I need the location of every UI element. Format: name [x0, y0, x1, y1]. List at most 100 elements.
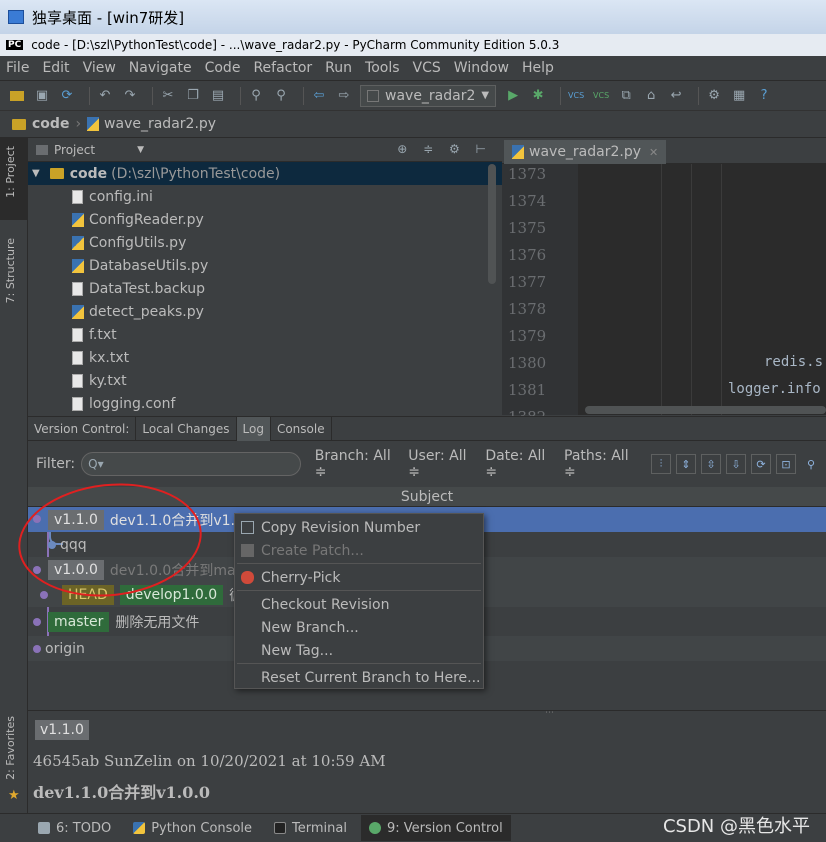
sync-icon[interactable]: ⟳ [58, 87, 76, 105]
menu-edit[interactable]: Edit [42, 60, 69, 76]
replace-icon[interactable]: ⚲ [272, 87, 290, 105]
vcs-compare-icon[interactable]: ⧉ [617, 87, 635, 105]
tree-file[interactable]: ConfigUtils.py [28, 231, 502, 254]
menu-window[interactable]: Window [454, 60, 509, 76]
tree-file[interactable]: logging.conf [28, 392, 502, 415]
tree-file[interactable]: ConfigReader.py [28, 208, 502, 231]
project-structure-icon[interactable]: ▦ [730, 87, 748, 105]
menu-view[interactable]: View [83, 60, 116, 76]
tool-python-console[interactable]: Python Console [125, 815, 260, 841]
save-icon[interactable]: ▣ [33, 87, 51, 105]
menu-item-label: Cherry-Pick [261, 569, 341, 586]
line-number: 1376 [508, 246, 547, 264]
project-panel-actions[interactable]: ⊕ ≑ ⚙ ⊢ [397, 142, 492, 156]
paths-filter-dropdown[interactable]: Paths: All ≑ [564, 448, 639, 480]
menu-navigate[interactable]: Navigate [129, 60, 192, 76]
undo-icon[interactable]: ↶ [96, 87, 114, 105]
help-icon[interactable]: ? [755, 87, 773, 105]
tool-tab-project[interactable]: 1: Project [4, 146, 17, 198]
menu-item-cherry-pick[interactable]: Cherry-Pick [235, 566, 483, 589]
breadcrumb-folder[interactable]: code [32, 116, 69, 132]
menu-code[interactable]: Code [205, 60, 241, 76]
tree-file[interactable]: f.txt [28, 323, 502, 346]
debug-icon[interactable]: ✱ [529, 87, 547, 105]
expand-icon[interactable]: ⇕ [675, 454, 696, 474]
project-view-select[interactable]: Project [54, 143, 95, 157]
close-icon[interactable]: ✕ [649, 146, 658, 159]
tree-file[interactable]: detect_peaks.py [28, 300, 502, 323]
filter-search-input[interactable]: Q▾ [81, 452, 301, 476]
sort-down-icon[interactable]: ⇩ [725, 454, 746, 474]
vcs-revert-icon[interactable]: ↩ [667, 87, 685, 105]
menu-item-create-patch[interactable]: Create Patch... [235, 539, 483, 562]
forward-icon[interactable]: ⇨ [335, 87, 353, 105]
vc-tab-console[interactable]: Console [271, 416, 332, 441]
refresh-icon[interactable]: ⟳ [750, 454, 771, 474]
tool-version-control[interactable]: 9: Version Control [360, 815, 511, 841]
expand-triangle-icon[interactable]: ▼ [32, 168, 40, 179]
cut-icon[interactable]: ✂ [159, 87, 177, 105]
menu-item-copy-revision[interactable]: Copy Revision Number [235, 516, 483, 539]
menu-tools[interactable]: Tools [365, 60, 400, 76]
paste-icon[interactable]: ▤ [209, 87, 227, 105]
menu-item-new-tag[interactable]: New Tag... [235, 639, 483, 662]
menu-item-new-branch[interactable]: New Branch... [235, 616, 483, 639]
find-icon[interactable]: ⚲ [247, 87, 265, 105]
menu-refactor[interactable]: Refactor [253, 60, 312, 76]
text-file-icon [72, 350, 83, 365]
vcs-history-icon[interactable]: ⌂ [642, 87, 660, 105]
branch-filter-dropdown[interactable]: Branch: All ≑ [315, 448, 400, 480]
vcs-commit-icon[interactable]: VCS [592, 87, 610, 105]
menu-item-reset-branch[interactable]: Reset Current Branch to Here... [235, 666, 483, 689]
user-filter-dropdown[interactable]: User: All ≑ [408, 448, 477, 480]
settings-icon[interactable]: ⚙ [705, 87, 723, 105]
tree-root-code[interactable]: ▼ code (D:\szl\PythonTest\code) [28, 162, 502, 185]
run-icon[interactable]: ▶ [504, 87, 522, 105]
vcs-update-icon[interactable]: VCS [567, 87, 585, 105]
vc-tab-local-changes[interactable]: Local Changes [136, 416, 237, 441]
tree-file[interactable]: config.ini [28, 185, 502, 208]
collapse-icon[interactable]: ⇳ [700, 454, 721, 474]
tree-file[interactable]: DatabaseUtils.py [28, 254, 502, 277]
tree-file[interactable]: DataTest.backup [28, 277, 502, 300]
code-line: redis.s [764, 354, 824, 370]
date-filter-dropdown[interactable]: Date: All ≑ [485, 448, 556, 480]
menu-file[interactable]: File [6, 60, 29, 76]
menu-item-checkout-revision[interactable]: Checkout Revision [235, 593, 483, 616]
menu-run[interactable]: Run [325, 60, 352, 76]
redo-icon[interactable]: ↷ [121, 87, 139, 105]
graph-icon[interactable]: ⫶ [650, 454, 671, 474]
menu-vcs[interactable]: VCS [413, 60, 441, 76]
chevron-down-icon[interactable]: ▼ [137, 145, 144, 155]
copy-icon [241, 521, 254, 534]
tool-terminal[interactable]: Terminal [266, 815, 355, 841]
open-folder-icon[interactable] [8, 87, 26, 105]
commit-tag: master [48, 611, 110, 632]
tree-file[interactable]: ky.txt [28, 369, 502, 392]
breadcrumb-file[interactable]: wave_radar2.py [104, 116, 216, 132]
tree-file[interactable]: kx.txt [28, 346, 502, 369]
copy-icon[interactable]: ❐ [184, 87, 202, 105]
tool-todo[interactable]: 6: TODO [30, 815, 119, 841]
tool-tab-favorites[interactable]: 2: Favorites [4, 716, 17, 780]
star-icon: ★ [8, 788, 20, 803]
window-title-bar[interactable]: 独享桌面 - [win7研发] [0, 0, 826, 34]
subject-column-header[interactable]: Subject [28, 487, 826, 507]
text-file-icon [72, 373, 83, 388]
folder-icon [49, 168, 64, 179]
folder-icon [12, 118, 26, 130]
vc-tab-log[interactable]: Log [236, 416, 271, 441]
menu-item-label: Reset Current Branch to Here... [261, 669, 481, 686]
menu-help[interactable]: Help [522, 60, 554, 76]
terminal-icon [274, 822, 287, 834]
tool-tab-structure[interactable]: 7: Structure [4, 238, 17, 303]
commit-node [33, 566, 41, 574]
zoom-fit-icon[interactable]: ⊡ [775, 454, 796, 474]
back-icon[interactable]: ⇦ [310, 87, 328, 105]
run-configuration-select[interactable]: wave_radar2 ▼ [360, 84, 497, 107]
code-editor[interactable]: redis.s logger.info [578, 164, 826, 415]
text-file-icon [72, 327, 83, 342]
tree-scrollbar[interactable] [488, 164, 496, 284]
editor-horizontal-scrollbar[interactable] [585, 406, 826, 414]
search-icon[interactable]: ⚲ [801, 454, 821, 474]
